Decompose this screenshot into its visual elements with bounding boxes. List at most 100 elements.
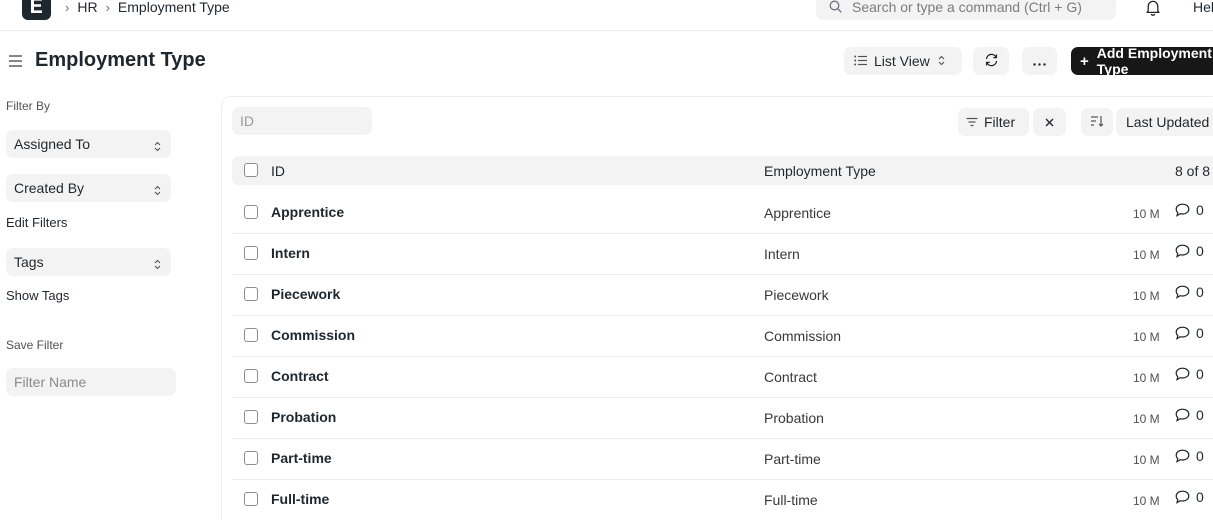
column-header-id: ID <box>271 163 285 179</box>
filter-button[interactable]: Filter <box>958 108 1029 136</box>
list-view-label: List View <box>874 53 930 69</box>
row-comment-count[interactable]: 0 <box>1175 489 1204 505</box>
comment-count: 0 <box>1196 284 1204 300</box>
row-employment-type: Probation <box>764 410 824 426</box>
chevron-updown-icon <box>154 139 161 155</box>
row-comment-count[interactable]: 0 <box>1175 284 1204 300</box>
chevron-updown-icon <box>938 53 945 69</box>
comment-count: 0 <box>1196 202 1204 218</box>
row-id-link[interactable]: Intern <box>271 245 310 261</box>
chevron-updown-icon <box>154 257 161 273</box>
row-id-link[interactable]: Full-time <box>271 491 329 507</box>
row-checkbox[interactable] <box>244 451 258 465</box>
row-id-link[interactable]: Piecework <box>271 286 340 302</box>
row-id-link[interactable]: Probation <box>271 409 336 425</box>
tags-label: Tags <box>14 254 44 270</box>
sort-by-button[interactable]: Last Updated On <box>1116 108 1213 136</box>
more-actions-button[interactable] <box>1022 47 1057 75</box>
help-dropdown[interactable]: Hel <box>1193 0 1213 15</box>
assigned-to-label: Assigned To <box>14 136 91 152</box>
filter-icon <box>966 114 978 130</box>
row-modified-time: 10 M <box>1133 494 1160 508</box>
app-logo-icon[interactable] <box>22 0 51 20</box>
awesomebar[interactable] <box>816 0 1116 20</box>
search-input[interactable] <box>852 0 1107 16</box>
row-comment-count[interactable]: 0 <box>1175 325 1204 341</box>
row-employment-type: Part-time <box>764 451 821 467</box>
comment-count: 0 <box>1196 448 1204 464</box>
row-modified-time: 10 M <box>1133 412 1160 426</box>
row-employment-type: Contract <box>764 369 817 385</box>
sort-order-button[interactable] <box>1081 108 1113 136</box>
row-checkbox[interactable] <box>244 328 258 342</box>
comment-count: 0 <box>1196 489 1204 505</box>
list-row[interactable]: Part-time Part-time 10 M 0 <box>232 439 1213 480</box>
bell-icon[interactable] <box>1145 0 1161 21</box>
list-row[interactable]: Probation Probation 10 M 0 <box>232 398 1213 439</box>
row-modified-time: 10 M <box>1133 371 1160 385</box>
show-tags-link[interactable]: Show Tags <box>6 288 69 303</box>
reload-button[interactable] <box>973 47 1009 75</box>
edit-filters-link[interactable]: Edit Filters <box>6 215 67 230</box>
filter-name-input[interactable] <box>6 368 176 396</box>
row-checkbox[interactable] <box>244 246 258 260</box>
row-modified-time: 10 M <box>1133 453 1160 467</box>
row-comment-count[interactable]: 0 <box>1175 366 1204 382</box>
refresh-icon <box>984 53 999 70</box>
list-row[interactable]: Commission Commission 10 M 0 <box>232 316 1213 357</box>
id-filter-input[interactable] <box>232 107 372 135</box>
clear-filter-button[interactable] <box>1033 108 1066 136</box>
assigned-to-select[interactable]: Assigned To <box>6 130 171 158</box>
chevron-updown-icon <box>154 183 161 199</box>
row-id-link[interactable]: Part-time <box>271 450 332 466</box>
row-checkbox[interactable] <box>244 205 258 219</box>
sort-icon <box>1090 114 1104 130</box>
created-by-select[interactable]: Created By <box>6 174 171 202</box>
row-checkbox[interactable] <box>244 369 258 383</box>
row-employment-type: Intern <box>764 246 800 262</box>
row-employment-type: Apprentice <box>764 205 831 221</box>
breadcrumb-hr[interactable]: HR <box>77 0 97 15</box>
save-filter-label: Save Filter <box>6 338 64 352</box>
breadcrumb: › HR › Employment Type <box>63 0 236 15</box>
list-view-switcher[interactable]: List View <box>844 47 962 75</box>
search-icon <box>829 0 842 18</box>
list-row[interactable]: Piecework Piecework 10 M 0 <box>232 275 1213 316</box>
add-button-label: Add Employment Type <box>1096 45 1212 77</box>
row-modified-time: 10 M <box>1133 207 1160 221</box>
list-row[interactable]: Apprentice Apprentice 10 M 0 <box>232 193 1213 234</box>
breadcrumb-employment-type[interactable]: Employment Type <box>118 0 230 15</box>
row-comment-count[interactable]: 0 <box>1175 243 1204 259</box>
add-employment-type-button[interactable]: + Add Employment Type <box>1071 45 1213 77</box>
list-row[interactable]: Full-time Full-time 10 M 0 <box>232 480 1213 520</box>
filter-by-label: Filter By <box>6 99 51 113</box>
list-icon <box>854 53 867 69</box>
tags-select[interactable]: Tags <box>6 248 171 276</box>
row-comment-count[interactable]: 0 <box>1175 448 1204 464</box>
column-header-employment-type: Employment Type <box>764 163 876 179</box>
record-count: 8 of 8 <box>1175 163 1211 179</box>
row-id-link[interactable]: Contract <box>271 368 329 384</box>
list-row[interactable]: Intern Intern 10 M 0 <box>232 234 1213 275</box>
row-comment-count[interactable]: 0 <box>1175 407 1204 423</box>
close-icon <box>1045 114 1054 130</box>
row-modified-time: 10 M <box>1133 289 1160 303</box>
created-by-label: Created By <box>14 180 85 196</box>
navbar: › HR › Employment Type Hel <box>0 0 1213 31</box>
row-employment-type: Commission <box>764 328 842 344</box>
select-all-checkbox[interactable] <box>244 163 258 177</box>
row-checkbox[interactable] <box>244 492 258 506</box>
row-checkbox[interactable] <box>244 287 258 301</box>
row-checkbox[interactable] <box>244 410 258 424</box>
sort-by-label: Last Updated On <box>1126 114 1213 130</box>
hamburger-icon[interactable] <box>8 54 23 73</box>
list-row[interactable]: Contract Contract 10 M 0 <box>232 357 1213 398</box>
chevron-right-icon: › <box>65 0 70 15</box>
ellipsis-icon <box>1033 53 1046 69</box>
row-id-link[interactable]: Commission <box>271 327 355 343</box>
page-title: Employment Type <box>35 49 206 71</box>
comment-count: 0 <box>1196 366 1204 382</box>
row-comment-count[interactable]: 0 <box>1175 202 1204 218</box>
row-modified-time: 10 M <box>1133 248 1160 262</box>
row-id-link[interactable]: Apprentice <box>271 204 344 220</box>
